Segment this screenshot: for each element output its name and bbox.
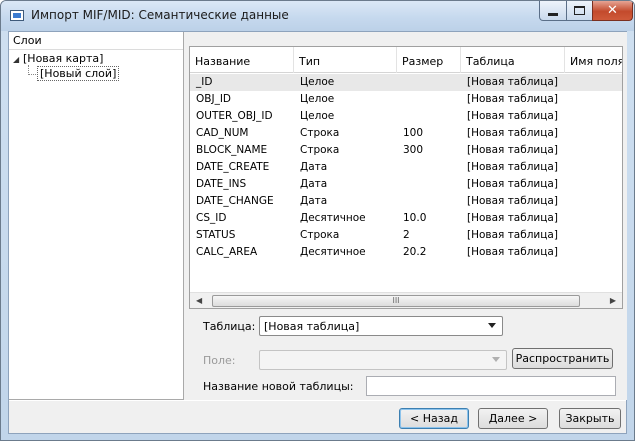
cell-type: Десятичное: [300, 246, 366, 258]
table-label: Таблица:: [203, 320, 256, 333]
tree-node-new-layer[interactable]: [Новый слой]: [37, 66, 120, 81]
close-icon: ✕: [607, 3, 618, 18]
cell-name: DATE_CREATE: [196, 161, 270, 173]
dialog-footer: < Назад Далее > Закрыть: [9, 400, 626, 433]
column-header-size[interactable]: Размер: [397, 47, 461, 73]
column-header-field-name[interactable]: Имя поля: [565, 47, 622, 73]
table-select[interactable]: [Новая таблица]: [259, 316, 503, 336]
table-row[interactable]: DATE_CREATE Дата [Новая таблица]: [190, 159, 622, 176]
cell-type: Десятичное: [300, 212, 366, 224]
cell-name: CS_ID: [196, 212, 227, 224]
cell-name: CALC_AREA: [196, 246, 258, 258]
next-button[interactable]: Далее >: [478, 408, 548, 429]
cell-size: 100: [403, 127, 424, 139]
maximize-button[interactable]: [566, 1, 593, 21]
dialog-window: Импорт MIF/MID: Семантические данные ✕ С…: [0, 0, 635, 441]
column-header-type[interactable]: Тип: [294, 47, 397, 73]
cell-type: Дата: [300, 195, 328, 207]
cell-name: OUTER_OBJ_ID: [196, 110, 273, 122]
back-button[interactable]: < Назад: [399, 408, 469, 429]
cell-name: DATE_INS: [196, 178, 247, 190]
table-row[interactable]: _ID Целое [Новая таблица]: [190, 74, 622, 91]
cell-table: [Новая таблица]: [467, 144, 558, 156]
tree-expand-icon[interactable]: ◢: [13, 55, 19, 64]
cell-type: Целое: [300, 93, 335, 105]
tree-node-new-map[interactable]: [Новая карта]: [23, 52, 103, 65]
window-title: Импорт MIF/MID: Семантические данные: [31, 8, 289, 22]
fields-grid[interactable]: Название Тип Размер Таблица Имя поля _ID…: [189, 46, 623, 309]
fields-panel: Название Тип Размер Таблица Имя поля _ID…: [185, 32, 627, 400]
scroll-right-icon[interactable]: ▶: [610, 296, 616, 305]
close-button[interactable]: Закрыть: [559, 408, 621, 429]
table-row[interactable]: BLOCK_NAME Строка 300 [Новая таблица]: [190, 142, 622, 159]
cell-name: STATUS: [196, 229, 236, 241]
chevron-down-icon: [488, 323, 496, 328]
cell-name: BLOCK_NAME: [196, 144, 268, 156]
tree-connector: [28, 65, 36, 75]
field-select: [259, 350, 507, 370]
cell-table: [Новая таблица]: [467, 246, 558, 258]
horizontal-scrollbar[interactable]: ◀ III ▶: [190, 292, 622, 308]
chevron-down-icon: [492, 357, 500, 362]
cell-type: Строка: [300, 144, 340, 156]
minimize-icon: [548, 12, 558, 16]
cell-table: [Новая таблица]: [467, 161, 558, 173]
cell-table: [Новая таблица]: [467, 93, 558, 105]
table-row[interactable]: OUTER_OBJ_ID Целое [Новая таблица]: [190, 108, 622, 125]
title-bar[interactable]: Импорт MIF/MID: Семантические данные ✕: [1, 1, 634, 31]
app-window-icon: [10, 10, 24, 21]
table-row[interactable]: CS_ID Десятичное 10.0 [Новая таблица]: [190, 210, 622, 227]
layers-tree[interactable]: Слои ◢ [Новая карта] [Новый слой]: [9, 32, 184, 400]
cell-size: 300: [403, 144, 424, 156]
maximize-icon: [574, 6, 585, 15]
cell-type: Строка: [300, 127, 340, 139]
close-window-button[interactable]: ✕: [592, 1, 633, 21]
cell-table: [Новая таблица]: [467, 178, 558, 190]
tree-header: Слои: [9, 32, 183, 50]
table-row[interactable]: CAD_NUM Строка 100 [Новая таблица]: [190, 125, 622, 142]
cell-size: 10.0: [403, 212, 427, 224]
cell-type: Целое: [300, 110, 335, 122]
field-label: Поле:: [203, 354, 236, 367]
cell-name: _ID: [196, 76, 213, 88]
cell-type: Дата: [300, 178, 328, 190]
table-select-value: [Новая таблица]: [264, 320, 360, 333]
cell-table: [Новая таблица]: [467, 110, 558, 122]
cell-table: [Новая таблица]: [467, 76, 558, 88]
table-row[interactable]: DATE_INS Дата [Новая таблица]: [190, 176, 622, 193]
cell-type: Строка: [300, 229, 340, 241]
cell-name: CAD_NUM: [196, 127, 249, 139]
spread-button[interactable]: Распространить: [512, 348, 613, 369]
column-header-table[interactable]: Таблица: [461, 47, 565, 73]
new-table-name-input[interactable]: [366, 376, 616, 396]
cell-table: [Новая таблица]: [467, 212, 558, 224]
grid-header: Название Тип Размер Таблица Имя поля: [190, 47, 622, 73]
column-header-name[interactable]: Название: [190, 47, 294, 73]
cell-size: 20.2: [403, 246, 427, 258]
table-row[interactable]: DATE_CHANGE Дата [Новая таблица]: [190, 193, 622, 210]
cell-table: [Новая таблица]: [467, 229, 558, 241]
dialog-client-area: Слои ◢ [Новая карта] [Новый слой] Назван…: [8, 31, 627, 434]
table-row[interactable]: OBJ_ID Целое [Новая таблица]: [190, 91, 622, 108]
table-row[interactable]: STATUS Строка 2 [Новая таблица]: [190, 227, 622, 244]
scroll-left-icon[interactable]: ◀: [196, 296, 202, 305]
cell-name: OBJ_ID: [196, 93, 231, 105]
cell-size: 2: [403, 229, 410, 241]
scroll-thumb[interactable]: III: [212, 295, 580, 307]
cell-type: Целое: [300, 76, 335, 88]
cell-name: DATE_CHANGE: [196, 195, 274, 207]
minimize-button[interactable]: [539, 1, 567, 21]
table-row[interactable]: CALC_AREA Десятичное 20.2 [Новая таблица]: [190, 244, 622, 261]
cell-table: [Новая таблица]: [467, 195, 558, 207]
cell-table: [Новая таблица]: [467, 127, 558, 139]
new-table-name-label: Название новой таблицы:: [203, 380, 354, 393]
cell-type: Дата: [300, 161, 328, 173]
